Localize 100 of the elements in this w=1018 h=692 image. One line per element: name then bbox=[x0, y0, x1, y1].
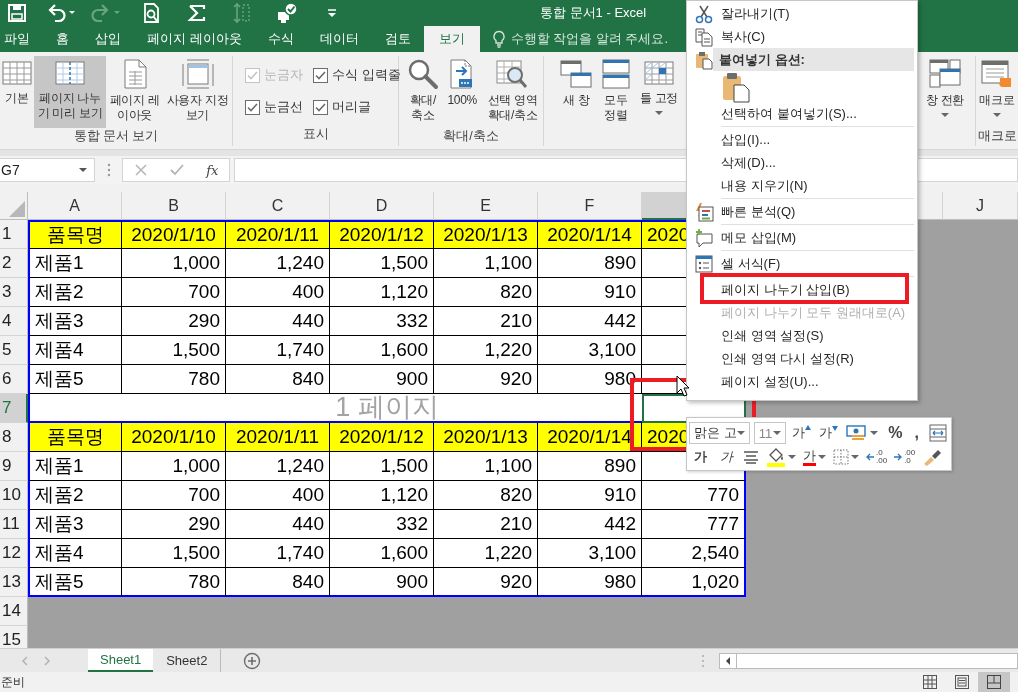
row-header[interactable]: 9 bbox=[0, 452, 28, 481]
column-header[interactable]: C bbox=[226, 192, 330, 220]
ribbon-button[interactable]: 선택 영역 확대/축소 bbox=[481, 56, 543, 128]
format-button[interactable]: , bbox=[910, 424, 923, 442]
ribbon-button[interactable]: 새 창 bbox=[556, 56, 596, 128]
font-size-field[interactable]: 11 bbox=[753, 422, 787, 444]
row-header[interactable]: 3 bbox=[0, 278, 28, 307]
view-button[interactable] bbox=[978, 672, 1010, 692]
checkbox[interactable] bbox=[313, 67, 328, 83]
ribbon-tab[interactable]: 홈 bbox=[43, 26, 82, 52]
merge-button[interactable] bbox=[927, 424, 949, 442]
ribbon-tab[interactable]: 파일 bbox=[0, 26, 43, 52]
sigma-icon[interactable] bbox=[186, 3, 207, 23]
column-header[interactable]: J bbox=[943, 192, 1018, 220]
group-label: 표시 bbox=[301, 126, 330, 143]
name-box[interactable]: G7 bbox=[0, 158, 95, 182]
menu-item[interactable]: 잘라내기(T) bbox=[721, 6, 790, 21]
table-cell: 제품3 bbox=[28, 510, 122, 539]
decrease-decimal-button[interactable]: .00 .0 bbox=[892, 449, 918, 465]
column-header[interactable]: E bbox=[434, 192, 538, 220]
font-size-button[interactable]: 가 bbox=[817, 424, 841, 442]
row-header[interactable]: 14 bbox=[0, 597, 28, 626]
ribbon-tab[interactable]: 페이지 레이아웃 bbox=[134, 26, 255, 52]
row-header[interactable]: 11 bbox=[0, 510, 28, 539]
menu-item[interactable]: 인쇄 영역 설정(S) bbox=[721, 328, 824, 343]
fill-color-button[interactable] bbox=[764, 447, 798, 467]
checkbox-label: 눈금자 bbox=[264, 66, 303, 84]
ribbon-button[interactable]: 페이지 레이아웃 bbox=[106, 56, 163, 128]
menu-item[interactable]: 인쇄 영역 다시 설정(R) bbox=[721, 351, 854, 366]
align-center-button[interactable] bbox=[741, 450, 761, 464]
ribbon-button[interactable]: 사용자 지정 보기 bbox=[163, 56, 232, 128]
row-header[interactable]: 10 bbox=[0, 481, 28, 510]
font-size-button[interactable]: 가 bbox=[790, 424, 814, 442]
row-header[interactable]: 13 bbox=[0, 568, 28, 597]
checkbox-label: 머리글 bbox=[332, 98, 371, 116]
ribbon-button[interactable]: 확대/축소 bbox=[403, 56, 443, 128]
menu-item[interactable]: 삭제(D)... bbox=[721, 155, 776, 170]
print-preview-icon[interactable] bbox=[141, 2, 162, 24]
ribbon-button[interactable]: 틀 고정 bbox=[636, 56, 682, 128]
ribbon-tab[interactable]: 수식 bbox=[254, 26, 307, 52]
status-text: 준비 bbox=[0, 673, 25, 691]
menu-item[interactable]: 내용 지우기(N) bbox=[721, 178, 808, 193]
stacked-windows-icon bbox=[600, 58, 632, 90]
customize-menu-icon[interactable] bbox=[325, 7, 338, 19]
row-header[interactable]: 15 bbox=[0, 626, 28, 648]
save-icon[interactable] bbox=[6, 3, 27, 23]
ribbon-tab[interactable]: 검토 bbox=[371, 26, 424, 52]
table-cell: 840 bbox=[226, 568, 330, 597]
ribbon-button[interactable]: 100% bbox=[442, 56, 482, 128]
ribbon-tab[interactable]: 데이터 bbox=[306, 26, 372, 52]
ribbon-button[interactable]: 페이지 나누기 미리 보기 bbox=[34, 56, 106, 128]
menu-item[interactable]: 선택하여 붙여넣기(S)... bbox=[721, 106, 857, 121]
row-header[interactable]: 12 bbox=[0, 539, 28, 568]
table-cell: 840 bbox=[226, 365, 330, 394]
ribbon-button[interactable]: 창 전환 bbox=[921, 56, 969, 128]
checkbox[interactable] bbox=[245, 99, 260, 115]
column-header[interactable]: B bbox=[122, 192, 226, 220]
clipboard-icon[interactable] bbox=[721, 70, 751, 103]
menu-item[interactable]: 빠른 분석(Q) bbox=[721, 204, 796, 219]
horizontal-scrollbar[interactable] bbox=[719, 652, 1018, 669]
row-header[interactable]: 5 bbox=[0, 336, 28, 365]
font-color-button[interactable]: 가 bbox=[801, 448, 828, 466]
row-header[interactable]: 7 bbox=[0, 394, 28, 423]
column-header[interactable]: F bbox=[538, 192, 642, 220]
increase-decimal-button[interactable]: .0 .00 bbox=[864, 449, 890, 465]
table-cell: 1,020 bbox=[642, 568, 746, 597]
menu-item[interactable]: 삽입(I)... bbox=[721, 132, 771, 147]
menu-item[interactable]: 복사(C) bbox=[721, 29, 766, 44]
table-cell: 1,500 bbox=[330, 249, 434, 278]
ribbon-button[interactable]: 모두 정렬 bbox=[596, 56, 636, 128]
check-icon[interactable] bbox=[168, 163, 185, 177]
font-name-field[interactable]: 맑은 고 bbox=[689, 422, 750, 444]
scissors-icon bbox=[694, 3, 714, 24]
menu-item[interactable]: 페이지 설정(U)... bbox=[721, 374, 819, 389]
borders-button[interactable] bbox=[831, 449, 861, 465]
row-header[interactable]: 1 bbox=[0, 220, 28, 249]
row-header[interactable]: 2 bbox=[0, 249, 28, 278]
menu-item[interactable]: 셀 서식(F) bbox=[721, 256, 781, 271]
column-header[interactable]: D bbox=[330, 192, 434, 220]
add-sheet-icon[interactable] bbox=[243, 651, 262, 670]
tell-me-field[interactable]: 수행할 작업을 알려 주세요. bbox=[510, 30, 669, 48]
accounting-format-button[interactable] bbox=[844, 424, 881, 442]
left-arrow-icon[interactable] bbox=[724, 655, 733, 666]
format-button[interactable]: % bbox=[884, 424, 907, 442]
left-arrow-icon bbox=[866, 453, 874, 461]
ribbon-tab[interactable]: 삽입 bbox=[82, 26, 134, 52]
column-header[interactable]: A bbox=[28, 192, 122, 220]
table-cell: 1,220 bbox=[434, 336, 538, 365]
row-header[interactable]: 4 bbox=[0, 307, 28, 336]
ribbon-tab[interactable]: 보기 bbox=[423, 26, 480, 52]
sheet-tab[interactable]: Sheet2 bbox=[153, 649, 221, 672]
ribbon-button[interactable]: 기본 bbox=[0, 56, 34, 128]
table-cell: 920 bbox=[434, 365, 538, 394]
checkbox[interactable] bbox=[313, 99, 328, 115]
row-header[interactable]: 8 bbox=[0, 423, 28, 452]
sheet-tab[interactable]: Sheet1 bbox=[88, 649, 154, 672]
menu-item[interactable]: 페이지 나누기 삽입(B) bbox=[721, 282, 850, 297]
row-header[interactable]: 6 bbox=[0, 365, 28, 394]
ribbon-button[interactable]: 매크로 bbox=[976, 56, 1018, 128]
insert-function-button[interactable]: fx bbox=[206, 162, 219, 178]
